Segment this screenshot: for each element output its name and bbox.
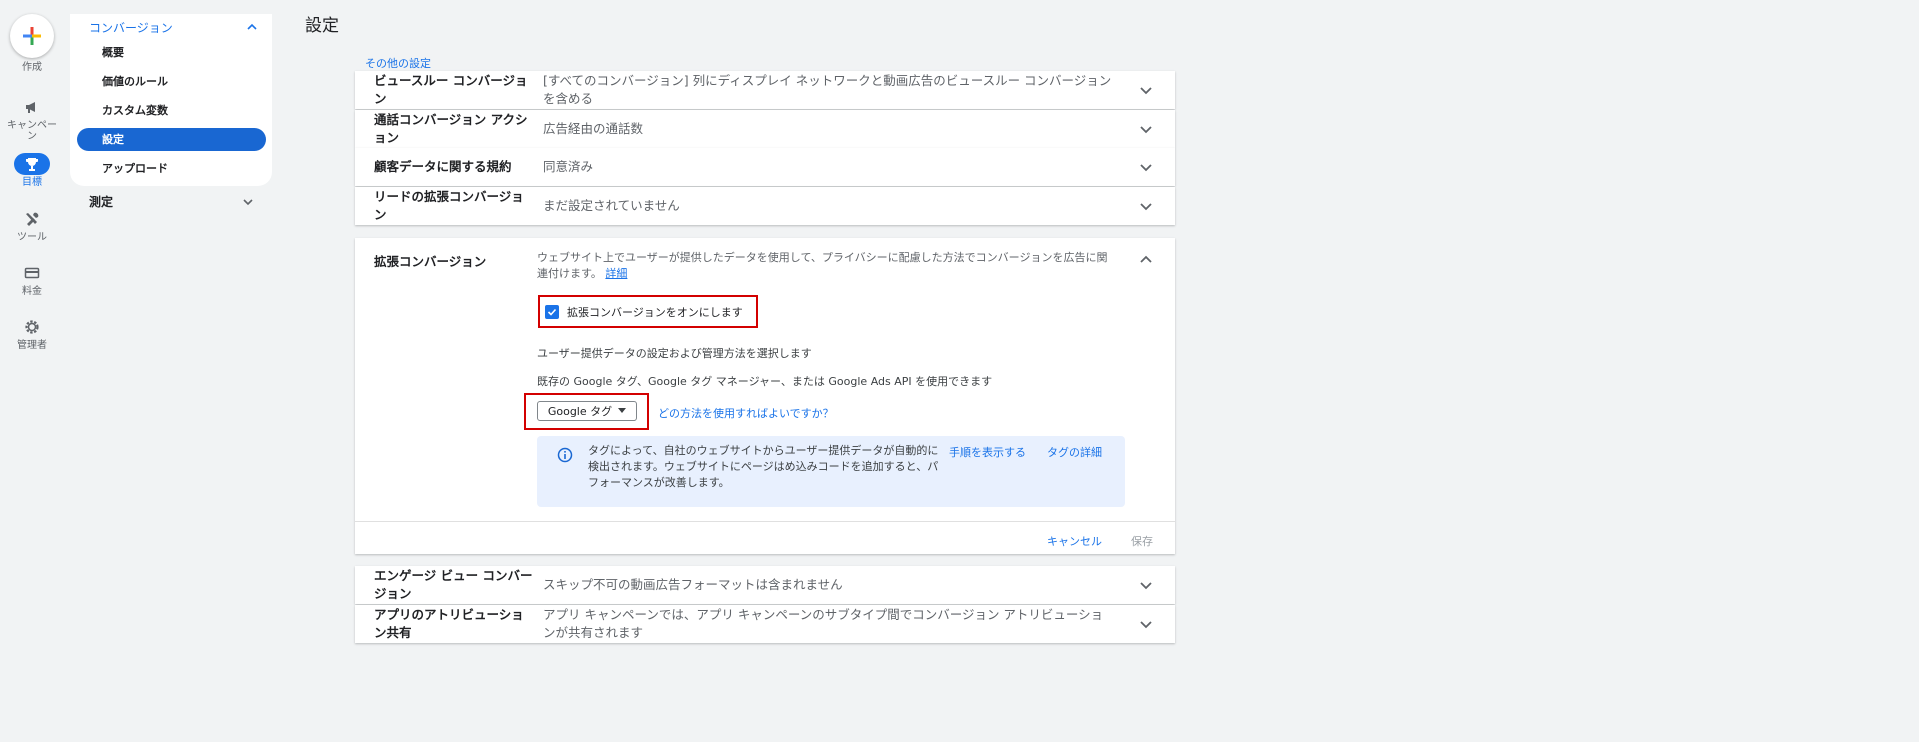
rail-label-billing: 料金 bbox=[22, 286, 42, 297]
setting-row-label: 通話コンバージョン アクション bbox=[374, 112, 528, 145]
subnav-item-value-rules[interactable]: 価値のルール bbox=[77, 70, 266, 93]
method-dropdown[interactable]: Google タグ bbox=[537, 401, 637, 421]
create-button[interactable] bbox=[10, 14, 54, 58]
info-text: タグによって、自社のウェブサイトからユーザー提供データが自動的に検出されます。ウ… bbox=[588, 444, 939, 489]
setting-row-label: 顧客データに関する規約 bbox=[374, 159, 512, 174]
rail-item-tools[interactable]: ツール bbox=[0, 208, 64, 243]
nav-rail: 作成 キャンペーン 目標 ツール 料金 管理者 bbox=[0, 0, 64, 742]
setting-row-value: アプリ キャンペーンでは、アプリ キャンペーンのサブタイプ間でコンバージョン ア… bbox=[543, 607, 1104, 640]
save-button[interactable]: 保存 bbox=[1131, 533, 1153, 549]
setting-row-engaged-view[interactable]: エンゲージ ビュー コンバージョン スキップ不可の動画広告フォーマットは含まれま… bbox=[355, 566, 1175, 604]
other-settings-link[interactable]: その他の設定 bbox=[365, 55, 431, 71]
info-banner: タグによって、自社のウェブサイトからユーザー提供データが自動的に検出されます。ウ… bbox=[537, 436, 1125, 507]
subnav-section-measure[interactable]: 測定 bbox=[89, 193, 255, 210]
rail-item-admin[interactable]: 管理者 bbox=[0, 316, 64, 351]
setting-row-app-attribution[interactable]: アプリのアトリビューション共有 アプリ キャンペーンでは、アプリ キャンペーンの… bbox=[355, 605, 1175, 643]
setting-row-enhanced-leads[interactable]: リードの拡張コンバージョン まだ設定されていません bbox=[355, 187, 1175, 225]
chevron-down-icon bbox=[1140, 203, 1152, 211]
chevron-up-icon[interactable] bbox=[1137, 251, 1155, 269]
panel-description: ウェブサイト上でユーザーが提供したデータを使用して、プライバシーに配慮した方法で… bbox=[537, 250, 1117, 282]
subnav-section-label: コンバージョン bbox=[89, 20, 173, 35]
subnav-item-settings[interactable]: 設定 bbox=[77, 128, 266, 151]
rail-label-admin: 管理者 bbox=[17, 340, 47, 351]
subnav-section-conversions[interactable]: コンバージョン bbox=[89, 17, 259, 37]
subnav-item-custom-variables[interactable]: カスタム変数 bbox=[77, 99, 266, 122]
which-method-link[interactable]: どの方法を使用すればよいですか？ bbox=[658, 405, 834, 421]
subnav-item-uploads[interactable]: アップロード bbox=[77, 157, 266, 180]
tag-details-link[interactable]: タグの詳細 bbox=[1047, 444, 1102, 460]
rail-item-create[interactable]: 作成 bbox=[0, 60, 64, 73]
chevron-up-icon bbox=[247, 23, 257, 30]
setting-row-value: [すべてのコンバージョン] 列にディスプレイ ネットワークと動画広告のビュースル… bbox=[543, 73, 1112, 106]
checkbox-label: 拡張コンバージョンをオンにします bbox=[567, 306, 743, 319]
enhanced-conversions-panel: 拡張コンバージョン ウェブサイト上でユーザーが提供したデータを使用して、プライバ… bbox=[355, 238, 1175, 554]
page-title: 設定 bbox=[305, 16, 339, 36]
chevron-down-icon bbox=[1140, 164, 1152, 172]
enhanced-conversions-checkbox[interactable]: 拡張コンバージョンをオンにします bbox=[545, 304, 743, 320]
subnav-measure-label: 測定 bbox=[89, 195, 114, 209]
setting-row-value: 同意済み bbox=[543, 159, 594, 174]
rail-item-billing[interactable]: 料金 bbox=[0, 262, 64, 297]
show-steps-link[interactable]: 手順を表示する bbox=[949, 444, 1026, 460]
megaphone-icon bbox=[14, 96, 50, 118]
credit-card-icon bbox=[14, 262, 50, 284]
setting-row-customer-data-terms[interactable]: 顧客データに関する規約 同意済み bbox=[355, 148, 1175, 186]
tools-icon bbox=[14, 208, 50, 230]
info-icon bbox=[557, 447, 573, 463]
setting-row-value: まだ設定されていません bbox=[543, 198, 680, 213]
select-method-heading: ユーザー提供データの設定および管理方法を選択します bbox=[537, 347, 812, 360]
rail-item-campaigns[interactable]: キャンペーン bbox=[0, 96, 64, 142]
learn-more-link[interactable]: 詳細 bbox=[605, 267, 627, 280]
select-method-subtext: 既存の Google タグ、Google タグ マネージャー、または Googl… bbox=[537, 375, 993, 388]
setting-row-view-through[interactable]: ビュースルー コンバージョン [すべてのコンバージョン] 列にディスプレイ ネッ… bbox=[355, 71, 1175, 109]
caret-down-icon bbox=[618, 408, 627, 413]
rail-label-goals: 目標 bbox=[22, 177, 42, 188]
chevron-down-icon bbox=[1140, 126, 1152, 134]
setting-row-value: スキップ不可の動画広告フォーマットは含まれません bbox=[543, 577, 843, 592]
panel-title: 拡張コンバージョン bbox=[374, 254, 487, 269]
chevron-down-icon bbox=[243, 198, 253, 205]
plus-icon bbox=[23, 27, 41, 45]
chevron-down-icon bbox=[1140, 582, 1152, 590]
setting-row-call-conversion[interactable]: 通話コンバージョン アクション 広告経由の通話数 bbox=[355, 110, 1175, 148]
setting-row-label: リードの拡張コンバージョン bbox=[374, 189, 524, 222]
setting-row-value: 広告経由の通話数 bbox=[543, 121, 644, 136]
rail-label-tools: ツール bbox=[17, 232, 47, 243]
rail-item-goals[interactable]: 目標 bbox=[0, 153, 64, 188]
divider bbox=[355, 521, 1175, 522]
gear-icon bbox=[14, 316, 50, 338]
chevron-down-icon bbox=[1140, 87, 1152, 95]
cancel-button[interactable]: キャンセル bbox=[1047, 533, 1102, 549]
setting-row-label: ビュースルー コンバージョン bbox=[374, 73, 528, 106]
rail-label-campaigns: キャンペーン bbox=[7, 120, 57, 142]
subnav-panel: コンバージョン 概要 価値のルール カスタム変数 設定 アップロード bbox=[70, 14, 272, 186]
method-dropdown-value: Google タグ bbox=[547, 405, 613, 418]
rail-label-create: 作成 bbox=[22, 62, 42, 73]
setting-row-label: エンゲージ ビュー コンバージョン bbox=[374, 568, 533, 601]
chevron-down-icon bbox=[1140, 621, 1152, 629]
checkbox-checked-icon bbox=[545, 305, 559, 319]
subnav-item-overview[interactable]: 概要 bbox=[77, 41, 266, 64]
trophy-icon bbox=[14, 153, 50, 175]
setting-row-label: アプリのアトリビューション共有 bbox=[374, 607, 524, 640]
